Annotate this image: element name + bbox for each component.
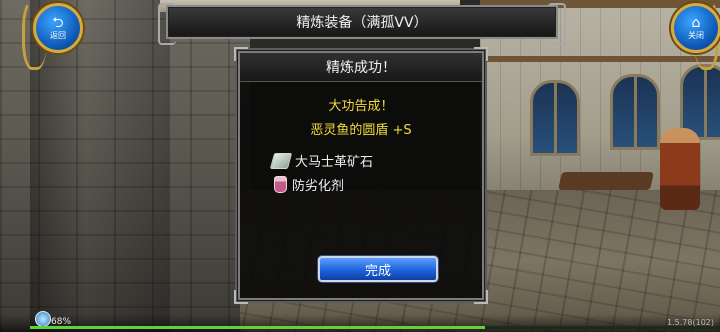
refined-item-name: 恶灵鱼的圆盾 +S: [310, 123, 412, 138]
back-button[interactable]: ⮌ 返回: [33, 3, 83, 53]
page-title: 精炼装备（满孤VV）: [296, 15, 428, 31]
arched-window: [530, 80, 580, 156]
refine-result-dialog: 精炼成功！ 大功告成！ 恶灵鱼的圆盾 +S 大马士革矿石 防劣化剂 完成: [234, 47, 488, 304]
battery-icon: [35, 311, 51, 327]
close-button-label: 关闭: [688, 30, 704, 40]
npc-character[interactable]: [660, 128, 700, 210]
bottom-status-bar: [0, 314, 720, 332]
page-title-bar: 精炼装备（满孤VV）: [158, 3, 566, 45]
experience-bar: [30, 326, 720, 329]
material-name: 防劣化剂: [292, 179, 345, 194]
ore-icon: [269, 152, 293, 169]
home-icon: ⌂: [691, 14, 701, 31]
material-name: 大马士革矿石: [295, 155, 374, 170]
arched-window: [610, 74, 660, 150]
version-label: 1.5.78(102): [667, 318, 714, 327]
close-button[interactable]: ⌂ 关闭: [671, 3, 720, 53]
dialog-title: 精炼成功！: [240, 53, 482, 82]
potion-icon: [274, 176, 287, 193]
confirm-button[interactable]: 完成: [318, 256, 438, 282]
back-button-label: 返回: [50, 30, 66, 40]
wooden-table: [558, 172, 654, 190]
success-message: 大功告成！: [328, 99, 394, 114]
material-item: 大马士革矿石: [269, 151, 374, 170]
back-arrow-icon: ⮌: [52, 14, 64, 31]
material-item: 防劣化剂: [272, 175, 344, 194]
experience-bar-fill: [30, 326, 486, 329]
